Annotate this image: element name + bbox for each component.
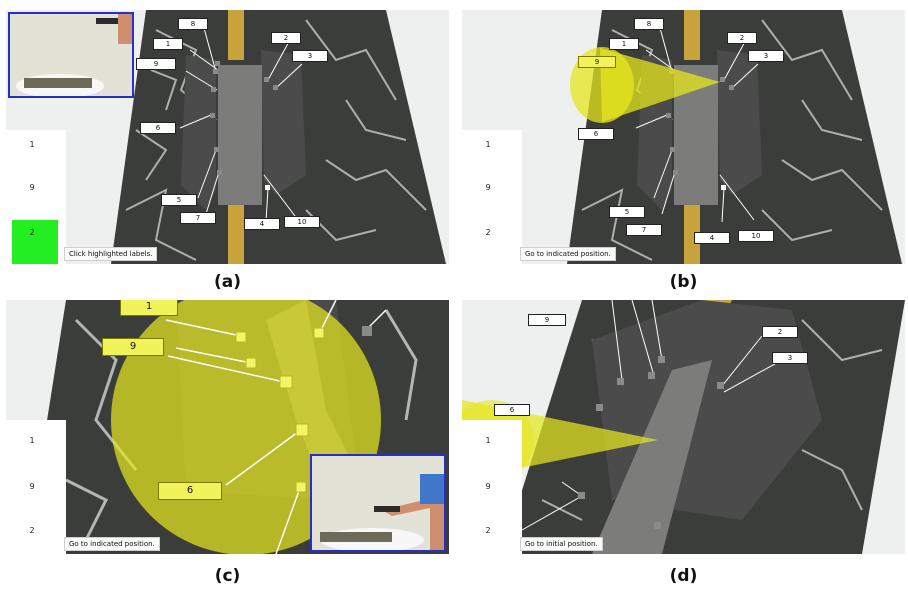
label-10[interactable]: 10 bbox=[738, 230, 774, 242]
ar-scene-d bbox=[462, 300, 905, 554]
caption-b: (b) bbox=[669, 272, 698, 292]
panel-b: 8 1 9 2 3 6 5 7 4 10 1 9 2 Go to indicat… bbox=[462, 10, 905, 264]
sequence-item-1: 1 bbox=[485, 140, 491, 149]
sequence-item-3: 2 bbox=[485, 228, 491, 237]
label-9[interactable]: 9 bbox=[102, 338, 164, 356]
panel-d: 9 2 3 6 1 9 2 Go to initial position. bbox=[462, 300, 905, 554]
sequence-item-3: 2 bbox=[485, 526, 491, 535]
caption-a: (a) bbox=[213, 272, 241, 292]
sequence-strip bbox=[462, 130, 522, 264]
label-8[interactable]: 8 bbox=[634, 18, 664, 30]
label-1[interactable]: 1 bbox=[609, 38, 639, 50]
label-3[interactable]: 3 bbox=[772, 352, 808, 364]
label-2[interactable]: 2 bbox=[727, 32, 757, 44]
instruction-text: Go to indicated position. bbox=[520, 247, 616, 261]
sequence-item-2: 9 bbox=[485, 482, 491, 491]
camera-inset-a bbox=[8, 12, 134, 98]
active-slot-highlight bbox=[12, 220, 58, 264]
label-7[interactable]: 7 bbox=[626, 224, 662, 236]
label-6[interactable]: 6 bbox=[494, 404, 530, 416]
caption-c: (c) bbox=[214, 566, 241, 586]
label-2[interactable]: 2 bbox=[271, 32, 301, 44]
panel-a: 8 1 9 2 3 6 5 7 4 10 1 9 2 Click highlig… bbox=[6, 10, 449, 264]
label-8[interactable]: 8 bbox=[178, 18, 208, 30]
label-7[interactable]: 7 bbox=[180, 212, 216, 224]
sequence-item-3: 2 bbox=[29, 228, 35, 237]
label-1[interactable]: 1 bbox=[120, 300, 178, 316]
label-2[interactable]: 2 bbox=[762, 326, 798, 338]
sequence-item-1: 1 bbox=[485, 436, 491, 445]
caption-d: (d) bbox=[669, 566, 698, 586]
label-10[interactable]: 10 bbox=[284, 216, 320, 228]
sequence-item-3: 2 bbox=[29, 526, 35, 535]
label-9[interactable]: 9 bbox=[136, 58, 176, 70]
sequence-item-2: 9 bbox=[29, 482, 35, 491]
label-6[interactable]: 6 bbox=[140, 122, 176, 134]
camera-inset-c bbox=[310, 454, 446, 552]
label-4[interactable]: 4 bbox=[694, 232, 730, 244]
sequence-item-2: 9 bbox=[485, 183, 491, 192]
label-1[interactable]: 1 bbox=[153, 38, 183, 50]
instruction-text: Go to indicated position. bbox=[64, 537, 160, 551]
label-5[interactable]: 5 bbox=[161, 194, 197, 206]
camera-feed bbox=[10, 14, 132, 96]
ar-scene-b bbox=[462, 10, 905, 264]
sequence-item-1: 1 bbox=[29, 436, 35, 445]
label-6[interactable]: 6 bbox=[578, 128, 614, 140]
label-5[interactable]: 5 bbox=[609, 206, 645, 218]
sequence-item-1: 1 bbox=[29, 140, 35, 149]
instruction-text: Click highlighted labels. bbox=[64, 247, 158, 261]
label-4[interactable]: 4 bbox=[244, 218, 280, 230]
label-6[interactable]: 6 bbox=[158, 482, 222, 500]
camera-feed bbox=[312, 456, 444, 550]
label-3[interactable]: 3 bbox=[748, 50, 784, 62]
sequence-item-2: 9 bbox=[29, 183, 35, 192]
label-9[interactable]: 9 bbox=[528, 314, 566, 326]
label-3[interactable]: 3 bbox=[292, 50, 328, 62]
panel-c: 1 9 6 1 9 2 Go to indicated position. bbox=[6, 300, 449, 554]
label-9-highlighted[interactable]: 9 bbox=[578, 56, 616, 68]
instruction-text: Go to initial position. bbox=[520, 537, 603, 551]
